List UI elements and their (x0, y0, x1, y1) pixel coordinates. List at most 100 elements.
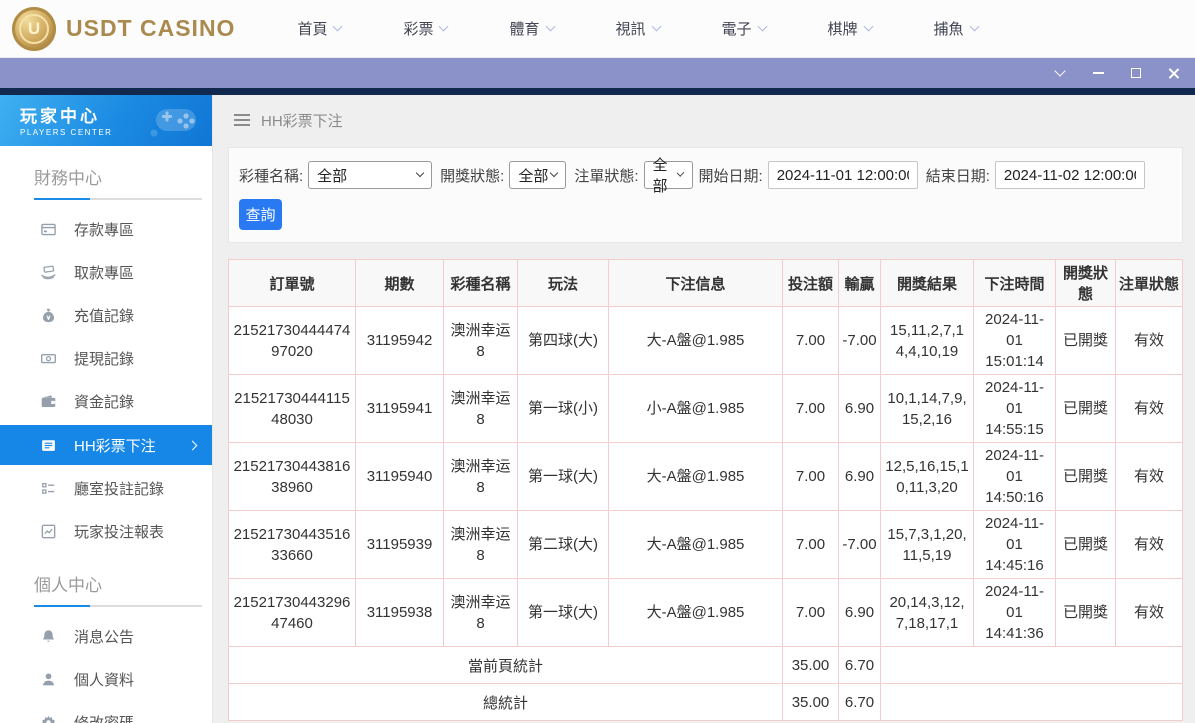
sidebar-item-moneybag[interactable]: 充值記錄 (0, 294, 212, 337)
end-date-input[interactable] (994, 161, 1145, 189)
nav-item[interactable]: 捕魚 (934, 18, 980, 39)
sidebar-item-label: 充值記錄 (74, 308, 135, 325)
window-collapse-button[interactable] (1053, 65, 1067, 80)
end-date-label: 結束日期: (925, 167, 990, 185)
start-date-input[interactable] (767, 161, 918, 189)
table-cell: 小-A盤@1.985 (608, 374, 783, 443)
close-icon (1168, 67, 1180, 79)
search-button[interactable]: 查詢 (239, 199, 282, 230)
table-cell: 已開獎 (1055, 510, 1116, 579)
sidebar-item-bell[interactable]: 消息公告 (0, 615, 212, 658)
table-cell: 12,5,16,15,10,11,3,20 (880, 442, 974, 511)
table-header-cell: 開獎狀態 (1055, 259, 1116, 307)
chevron-down-icon (550, 168, 559, 178)
table-cell: 6.90 (838, 374, 881, 443)
section-underline (34, 605, 202, 607)
table-header-cell: 輸贏 (838, 259, 881, 307)
table-cell: 澳洲幸运8 (443, 374, 518, 443)
nav-item-label: 視訊 (615, 21, 646, 38)
window-border (0, 88, 1195, 95)
summary-bet-cell: 35.00 (782, 646, 839, 684)
lottery-name-select[interactable]: 全部 (308, 161, 433, 189)
nav-item[interactable]: 體育 (509, 18, 555, 39)
table-cell: 2024-11-01 14:45:16 (973, 510, 1056, 579)
table-cell: 2024-11-01 14:41:36 (973, 578, 1056, 647)
sidebar-section: 財務中心 存款專區 取款專區 充值記錄 提現記錄 資金記錄 HH彩票下注 廳室投註記錄 玩家投注… (0, 146, 212, 553)
table-cell: 20,14,3,12,7,18,17,1 (880, 578, 974, 647)
sidebar-item-hall-records[interactable]: 廳室投註記錄 (0, 467, 212, 510)
window-close-button[interactable] (1167, 66, 1181, 80)
user-icon (40, 671, 57, 688)
sidebar-item-label: 個人資料 (74, 672, 135, 689)
summary-empty-cell (880, 646, 1183, 684)
table-header-cell: 開獎結果 (880, 259, 974, 307)
sidebar-item-report-chart[interactable]: 玩家投注報表 (0, 510, 212, 553)
table-cell: 2152173044447497020 (228, 306, 356, 375)
table-cell: 第一球(大) (517, 442, 609, 511)
draw-status-select[interactable]: 全部 (509, 161, 567, 189)
table-cell: 15,11,2,7,14,4,10,19 (880, 306, 974, 375)
sidebar-section-title: 個人中心 (34, 576, 102, 595)
sidebar-item-wallet[interactable]: 資金記錄 (0, 380, 212, 423)
table-cell: 31195942 (355, 306, 444, 375)
nav-item[interactable]: 彩票 (403, 18, 449, 39)
coin-logo-icon: U (12, 6, 56, 51)
table-header-cell: 玩法 (517, 259, 609, 307)
wallet-icon (40, 393, 57, 410)
table-cell: 31195941 (355, 374, 444, 443)
order-status-select[interactable]: 全部 (643, 157, 693, 195)
sidebar-item-label: 消息公告 (74, 629, 135, 646)
window-maximize-button[interactable] (1129, 66, 1143, 80)
table-cell: 2024-11-01 14:50:16 (973, 442, 1056, 511)
sidebar-item-ticket-list[interactable]: HH彩票下注 (0, 425, 212, 465)
table-cell: 大-A盤@1.985 (608, 510, 783, 579)
chevron-down-icon (969, 21, 980, 32)
window-titlebar (0, 58, 1195, 88)
moneybag-icon (40, 307, 57, 324)
nav-item[interactable]: 視訊 (615, 18, 661, 39)
table-cell: 2152173044329647460 (228, 578, 356, 647)
table-cell: 31195939 (355, 510, 444, 579)
table-cell: 6.90 (838, 578, 881, 647)
gear-icon (40, 714, 57, 723)
maximize-icon (1131, 68, 1141, 78)
sidebar-item-deposit-card[interactable]: 存款專區 (0, 208, 212, 251)
brand-logo[interactable]: U USDT CASINO (12, 6, 235, 51)
table-cell: 6.90 (838, 442, 881, 511)
table-cell: 7.00 (782, 306, 839, 375)
table-cell: 已開獎 (1055, 374, 1116, 443)
summary-bet-cell: 35.00 (782, 683, 839, 721)
table-row: 2152173044447497020 31195942 澳洲幸运8 第四球(大) 大-… (228, 306, 1183, 375)
chevron-down-icon (863, 21, 873, 32)
table-cell: 7.00 (782, 442, 839, 511)
table-header-cell: 下注時間 (973, 259, 1056, 307)
sidebar: 玩家中心 PLAYERS CENTER 財務中心 存款專區 取款專區 充值記錄 提現記錄… (0, 95, 213, 723)
table-header-cell: 注單狀態 (1115, 259, 1183, 307)
table-cell: 澳洲幸运8 (443, 442, 518, 511)
sidebar-item-label: 提現記錄 (74, 351, 135, 368)
nav-item[interactable]: 首頁 (297, 18, 343, 39)
table-cell: 澳洲幸运8 (443, 578, 518, 647)
withdraw-hand-icon (40, 264, 57, 281)
nav-item-label: 彩票 (403, 21, 434, 38)
sidebar-item-withdraw-hand[interactable]: 取款專區 (0, 251, 212, 294)
table-row: 2152173044351633660 31195939 澳洲幸运8 第二球(大) 大-… (228, 510, 1183, 579)
order-status-value: 全部 (652, 157, 668, 195)
sidebar-item-cash[interactable]: 提現記錄 (0, 337, 212, 380)
table-header-cell: 投注額 (782, 259, 839, 307)
nav-item[interactable]: 棋牌 (828, 18, 873, 39)
sidebar-item-gear[interactable]: 修改密碼 (0, 701, 212, 723)
window-minimize-button[interactable] (1091, 66, 1105, 80)
table-header-cell: 期數 (355, 259, 444, 307)
menu-toggle-icon[interactable] (234, 114, 250, 126)
minimize-icon (1092, 72, 1104, 74)
table-cell: 10,1,14,7,9,15,2,16 (880, 374, 974, 443)
table-cell: 已開獎 (1055, 442, 1116, 511)
sidebar-item-user[interactable]: 個人資料 (0, 658, 212, 701)
ticket-list-icon (40, 437, 57, 454)
table-cell: 有效 (1115, 306, 1183, 375)
table-cell: -7.00 (838, 510, 881, 579)
table-cell: 2024-11-01 14:55:15 (973, 374, 1056, 443)
nav-item[interactable]: 電子 (722, 18, 767, 39)
table-cell: 有效 (1115, 510, 1183, 579)
